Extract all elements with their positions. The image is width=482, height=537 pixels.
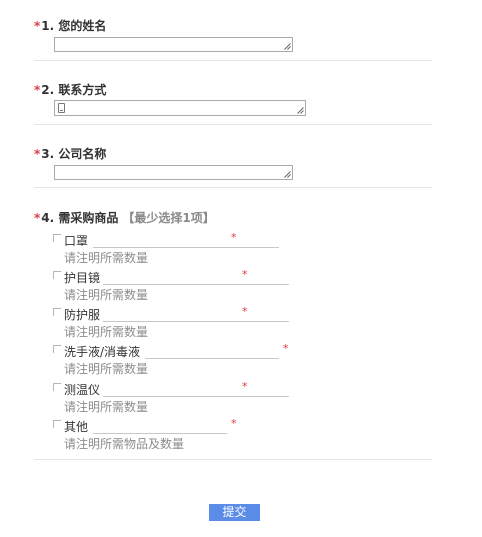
- item-label: 其他: [64, 420, 89, 434]
- quantity-input[interactable]: [93, 247, 279, 248]
- item-checkbox[interactable]: [53, 308, 61, 316]
- question-number: 1.: [41, 19, 55, 33]
- resize-grip-icon[interactable]: [297, 107, 304, 114]
- question-products: *4. 需采购商品 【最少选择1项】: [34, 210, 432, 226]
- company-textarea[interactable]: [54, 165, 293, 180]
- question-title: *1. 您的姓名: [34, 18, 432, 34]
- item-label: 护目镜: [64, 271, 101, 285]
- required-mark: *: [242, 305, 248, 318]
- required-mark: *: [34, 19, 41, 33]
- item-label: 测温仪: [64, 383, 101, 397]
- item-label: 口罩: [64, 234, 89, 248]
- selection-hint: 【最少选择1项】: [122, 211, 215, 225]
- question-number: 3.: [41, 147, 55, 161]
- quantity-input[interactable]: [93, 433, 227, 434]
- quantity-input[interactable]: [145, 358, 279, 359]
- contact-textarea[interactable]: [54, 100, 306, 116]
- item-note: 请注明所需数量: [64, 325, 149, 339]
- item-checkbox[interactable]: [53, 383, 61, 391]
- question-number: 2.: [41, 83, 55, 97]
- question-contact: *2. 联系方式: [34, 82, 432, 116]
- question-name: *1. 您的姓名: [34, 18, 432, 52]
- quantity-input[interactable]: [103, 396, 289, 397]
- required-mark: *: [242, 268, 248, 281]
- item-note: 请注明所需数量: [64, 362, 149, 376]
- divider: [34, 124, 432, 125]
- question-title: *4. 需采购商品 【最少选择1项】: [34, 210, 432, 226]
- quantity-input[interactable]: [103, 321, 289, 322]
- quantity-input[interactable]: [103, 284, 289, 285]
- question-title: *3. 公司名称: [34, 146, 432, 162]
- required-mark: *: [34, 211, 41, 225]
- item-note: 请注明所需数量: [64, 400, 149, 414]
- item-checkbox[interactable]: [53, 234, 61, 242]
- item-note: 请注明所需数量: [64, 251, 149, 265]
- question-company: *3. 公司名称: [34, 146, 432, 180]
- item-note: 请注明所需数量: [64, 288, 149, 302]
- phone-icon: [58, 103, 65, 113]
- required-mark: *: [283, 342, 289, 355]
- resize-grip-icon[interactable]: [284, 43, 291, 50]
- name-textarea[interactable]: [54, 37, 293, 52]
- item-label: 防护服: [64, 308, 101, 322]
- question-label: 联系方式: [58, 83, 107, 97]
- question-label: 您的姓名: [58, 19, 107, 33]
- required-mark: *: [34, 83, 41, 97]
- question-label: 公司名称: [58, 147, 107, 161]
- question-number: 4.: [41, 211, 55, 225]
- required-mark: *: [242, 380, 248, 393]
- item-note: 请注明所需物品及数量: [64, 437, 185, 451]
- required-mark: *: [34, 147, 41, 161]
- required-mark: *: [231, 417, 237, 430]
- item-checkbox[interactable]: [53, 345, 61, 353]
- question-label: 需采购商品: [58, 211, 119, 225]
- submit-button[interactable]: 提交: [209, 504, 260, 521]
- resize-grip-icon[interactable]: [284, 171, 291, 178]
- required-mark: *: [231, 231, 237, 244]
- item-label: 洗手液/消毒液: [64, 345, 141, 359]
- item-checkbox[interactable]: [53, 420, 61, 428]
- item-checkbox[interactable]: [53, 271, 61, 279]
- divider: [34, 459, 432, 460]
- divider: [34, 187, 432, 188]
- question-title: *2. 联系方式: [34, 82, 432, 98]
- divider: [34, 60, 432, 61]
